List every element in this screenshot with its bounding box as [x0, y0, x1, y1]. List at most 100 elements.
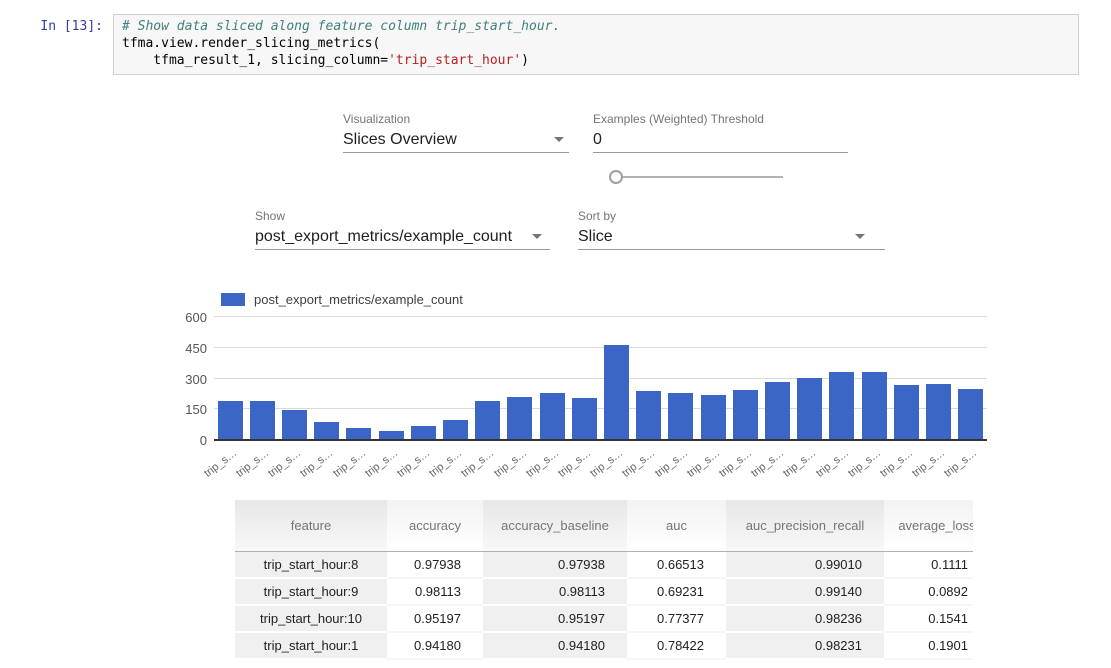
code-token: # Show data sliced along feature column …: [122, 19, 560, 34]
sort-by-dropdown[interactable]: Sort by Slice: [578, 209, 885, 251]
table-body: trip_start_hour:80.979380.979380.665130.…: [235, 552, 973, 660]
bar-slot: [311, 317, 343, 440]
bar[interactable]: [572, 398, 597, 440]
code-token: tfma.view.render_slicing_metrics(: [122, 36, 380, 51]
chart-legend: post_export_metrics/example_count: [221, 292, 463, 307]
threshold-input[interactable]: 0: [593, 131, 602, 149]
show-metric-dropdown[interactable]: Show post_export_metrics/example_count: [255, 209, 550, 251]
column-header-accuracy[interactable]: accuracy: [387, 500, 483, 552]
bar-slot: [278, 317, 310, 440]
sort-label: Sort by: [578, 209, 616, 223]
bar-slot: [794, 317, 826, 440]
visualization-underline: [343, 152, 569, 153]
bar[interactable]: [282, 410, 307, 440]
notebook-page: { "code_cell": { "prompt": "In [13]:", "…: [0, 0, 1111, 668]
metric-cell: 0.97938: [483, 552, 627, 579]
bar-slot: [568, 317, 600, 440]
metric-cell: 0.94180: [387, 633, 483, 660]
bar-slot: [922, 317, 954, 440]
bar-slot: [439, 317, 471, 440]
y-axis-labels: 0150300450600: [158, 317, 207, 440]
code-editor[interactable]: # Show data sliced along feature column …: [113, 14, 1079, 75]
column-header-feature[interactable]: feature: [235, 500, 387, 552]
metric-cell: 0.1901: [884, 633, 973, 660]
feature-cell: trip_start_hour:10: [235, 606, 387, 633]
code-line: tfma_result_1, slicing_column='trip_star…: [122, 52, 1070, 69]
x-axis-labels: trip_s…trip_s…trip_s…trip_s…trip_s…trip_…: [214, 442, 987, 472]
bar[interactable]: [604, 345, 629, 440]
metric-cell: 0.69231: [627, 579, 726, 606]
code-token: 'trip_start_hour': [388, 53, 521, 68]
bar-slot: [472, 317, 504, 440]
metric-cell: 0.0892: [884, 579, 973, 606]
bar-slot: [890, 317, 922, 440]
bar[interactable]: [797, 378, 822, 440]
x-tick-label: trip_s…: [202, 447, 239, 480]
bar[interactable]: [250, 401, 275, 440]
bar[interactable]: [829, 372, 854, 440]
threshold-slider-track[interactable]: [623, 176, 783, 178]
bar[interactable]: [958, 389, 983, 440]
bar[interactable]: [894, 385, 919, 440]
feature-cell: trip_start_hour:1: [235, 633, 387, 660]
bar[interactable]: [765, 382, 790, 440]
bar[interactable]: [862, 372, 887, 440]
metric-cell: 0.98236: [726, 606, 884, 633]
bar[interactable]: [314, 422, 339, 440]
y-tick-label: 450: [158, 341, 207, 356]
cell-input-prompt: In [13]:: [0, 19, 103, 34]
bar-slot: [246, 317, 278, 440]
bar[interactable]: [411, 426, 436, 440]
bar[interactable]: [701, 395, 726, 440]
bar[interactable]: [733, 390, 758, 440]
bar-slot: [729, 317, 761, 440]
feature-cell: trip_start_hour:8: [235, 552, 387, 579]
metrics-table: featureaccuracyaccuracy_baselineaucauc_p…: [235, 500, 973, 660]
bar-slot: [375, 317, 407, 440]
x-axis-baseline: [214, 439, 987, 441]
plot-area: [214, 317, 987, 440]
bar-slot: [504, 317, 536, 440]
bar[interactable]: [926, 384, 951, 440]
bar[interactable]: [443, 420, 468, 440]
x-slot: trip_s…: [955, 442, 987, 472]
code-line: # Show data sliced along feature column …: [122, 18, 1070, 35]
bar[interactable]: [636, 391, 661, 440]
bar-slot: [826, 317, 858, 440]
column-header-accuracy_baseline[interactable]: accuracy_baseline: [483, 500, 627, 552]
show-label: Show: [255, 209, 285, 223]
bar-slot: [858, 317, 890, 440]
bar[interactable]: [540, 393, 565, 440]
bar[interactable]: [218, 401, 243, 440]
metric-cell: 0.97938: [387, 552, 483, 579]
table-row: trip_start_hour:100.951970.951970.773770…: [235, 606, 973, 633]
bar-slot: [407, 317, 439, 440]
code-token: ): [521, 53, 529, 68]
metric-cell: 0.99140: [726, 579, 884, 606]
metric-cell: 0.77377: [627, 606, 726, 633]
sort-value: Slice: [578, 228, 613, 246]
chevron-down-icon: [554, 137, 564, 142]
bar-slot: [536, 317, 568, 440]
metric-cell: 0.1541: [884, 606, 973, 633]
bar-slot: [600, 317, 632, 440]
visualization-dropdown[interactable]: Visualization Slices Overview: [343, 112, 569, 154]
metric-cell: 0.95197: [483, 606, 627, 633]
table-row: trip_start_hour:10.941800.941800.784220.…: [235, 633, 973, 660]
column-header-average_loss[interactable]: average_loss: [884, 500, 973, 552]
column-header-auc[interactable]: auc: [627, 500, 726, 552]
metric-cell: 0.98113: [483, 579, 627, 606]
bar[interactable]: [507, 397, 532, 440]
threshold-field[interactable]: Examples (Weighted) Threshold 0: [593, 112, 848, 154]
column-header-auc_precision_recall[interactable]: auc_precision_recall: [726, 500, 884, 552]
legend-label: post_export_metrics/example_count: [254, 292, 463, 307]
bar[interactable]: [668, 393, 693, 440]
bar-slot: [214, 317, 246, 440]
bar[interactable]: [475, 401, 500, 440]
y-tick-label: 600: [158, 310, 207, 325]
bar-slot: [697, 317, 729, 440]
show-underline: [255, 249, 550, 250]
code-lines: # Show data sliced along feature column …: [122, 18, 1070, 69]
threshold-slider-handle[interactable]: [609, 170, 623, 184]
metric-cell: 0.78422: [627, 633, 726, 660]
